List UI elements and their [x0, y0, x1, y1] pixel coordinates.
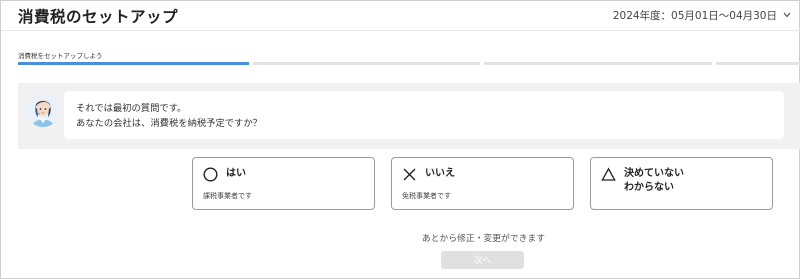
page-title: 消費税のセットアップ — [18, 8, 179, 26]
chevron-down-icon — [783, 11, 791, 21]
option-undecided-label-line1: 決めていない — [624, 168, 684, 179]
answer-options: はい 課税事業者です いいえ 免税事業者です 決めていない わからない — [192, 157, 773, 210]
option-undecided-button[interactable]: 決めていない わからない — [590, 157, 773, 210]
chat-bubble: それでは最初の質問です。 あなたの会社は、消費税を納税予定ですか？ — [64, 91, 784, 139]
option-no-button[interactable]: いいえ 免税事業者です — [391, 157, 574, 210]
next-button[interactable]: 次へ — [441, 251, 524, 269]
cross-icon — [402, 167, 417, 182]
progress-segment-1 — [18, 62, 249, 65]
option-yes-button[interactable]: はい 課税事業者です — [192, 157, 375, 210]
option-no-label: いいえ — [425, 168, 455, 179]
option-yes-sub: 課税事業者です — [203, 192, 252, 200]
step-label: 消費税をセットアップしよう — [18, 52, 103, 60]
progress-segment-4 — [716, 62, 800, 65]
option-yes-label: はい — [226, 168, 246, 179]
chat-line-1: それでは最初の質問です。 — [76, 103, 187, 114]
page-header: 消費税のセットアップ 2024年度：05月01日～04月30日 — [1, 1, 800, 31]
assistant-avatar — [26, 93, 60, 127]
triangle-icon — [601, 167, 616, 182]
progress-bar — [18, 62, 800, 66]
chat-area: それでは最初の質問です。 あなたの会社は、消費税を納税予定ですか？ — [18, 83, 800, 149]
option-undecided-label-line2: わからない — [624, 182, 674, 193]
option-undecided-label: 決めていない わからない — [624, 167, 684, 195]
fiscal-year-selector[interactable]: 2024年度：05月01日～04月30日 — [613, 8, 791, 23]
chat-line-2: あなたの会社は、消費税を納税予定ですか？ — [76, 118, 262, 129]
app-frame: 消費税のセットアップ 2024年度：05月01日～04月30日 消費税をセットア… — [0, 0, 800, 279]
fiscal-year-label: 2024年度：05月01日～04月30日 — [612, 10, 777, 22]
option-no-sub: 免税事業者です — [402, 192, 451, 200]
progress-segment-3 — [484, 62, 712, 65]
later-note: あとから修正・変更ができます — [421, 234, 546, 244]
progress-segment-2 — [253, 62, 480, 65]
circle-icon — [203, 167, 218, 182]
